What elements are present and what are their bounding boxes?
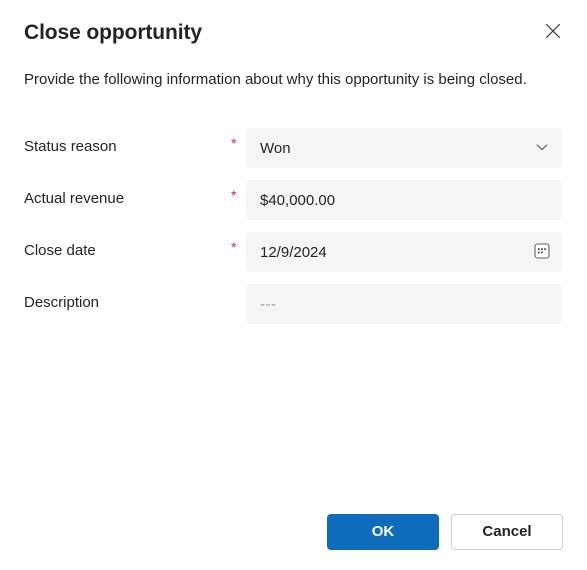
status-reason-expand-button[interactable] (522, 128, 562, 168)
required-indicator-status-reason: * (231, 135, 237, 151)
status-reason-value: Won (260, 139, 291, 157)
close-button[interactable] (537, 16, 569, 48)
calendar-icon (533, 242, 551, 263)
cancel-button[interactable]: Cancel (451, 514, 563, 550)
dialog-subtitle: Provide the following information about … (24, 71, 527, 88)
dialog-footer: OK Cancel (24, 514, 563, 550)
description-input[interactable]: --- (246, 284, 562, 324)
field-label-close-date: Close date (24, 242, 96, 259)
close-opportunity-form: Status reason * Won Actual revenue * $40… (0, 128, 587, 336)
field-label-description: Description (24, 294, 100, 311)
form-row-status-reason: Status reason * Won (0, 128, 587, 180)
close-date-value: 12/9/2024 (260, 243, 327, 261)
close-date-calendar-button[interactable] (522, 232, 562, 272)
dialog-header: Close opportunity (24, 18, 563, 52)
form-row-close-date: Close date * 12/9/2024 (0, 232, 587, 284)
actual-revenue-input[interactable]: $40,000.00 (246, 180, 562, 220)
chevron-down-icon (534, 139, 550, 158)
description-value: --- (260, 295, 277, 313)
ok-button[interactable]: OK (327, 514, 439, 550)
close-opportunity-dialog: Close opportunity Provide the following … (0, 0, 587, 570)
required-indicator-actual-revenue: * (231, 187, 237, 203)
field-label-status-reason: Status reason (24, 138, 117, 155)
page-title: Close opportunity (24, 21, 202, 44)
close-icon (544, 22, 562, 43)
status-reason-dropdown[interactable]: Won (246, 128, 562, 168)
required-indicator-close-date: * (231, 239, 237, 255)
actual-revenue-value: $40,000.00 (260, 191, 336, 209)
form-row-description: Description --- (0, 284, 587, 336)
field-label-actual-revenue: Actual revenue (24, 190, 125, 207)
close-date-input[interactable]: 12/9/2024 (246, 232, 562, 272)
form-row-actual-revenue: Actual revenue * $40,000.00 (0, 180, 587, 232)
